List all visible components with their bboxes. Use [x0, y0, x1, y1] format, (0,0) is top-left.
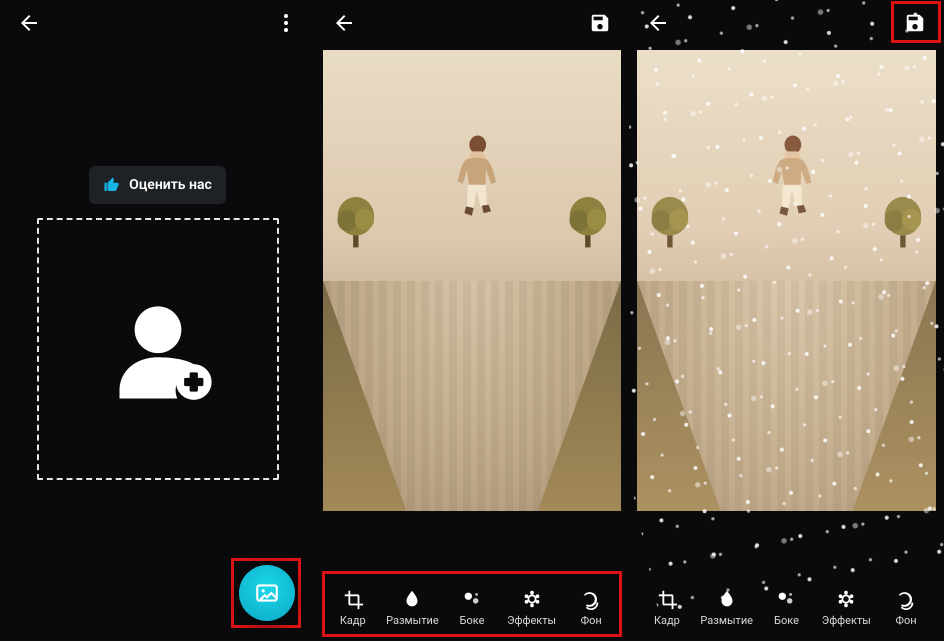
tool-bokeh[interactable]: Боке	[757, 588, 817, 627]
background-icon	[895, 588, 917, 610]
add-person-icon	[103, 294, 213, 404]
photo-tree	[561, 133, 615, 308]
bokeh-icon	[775, 588, 797, 610]
topbar	[629, 0, 944, 46]
tool-label: Размытие	[700, 614, 753, 627]
blur-icon	[401, 588, 423, 610]
tool-label: Боке	[460, 614, 485, 627]
crop-icon	[342, 588, 364, 610]
background-icon	[580, 588, 602, 610]
crop-icon	[656, 588, 678, 610]
photo-warm-overlay	[637, 50, 936, 511]
bokeh-icon	[461, 588, 483, 610]
back-button[interactable]	[329, 8, 359, 38]
tool-label: Эффекты	[822, 614, 871, 627]
tool-bokeh[interactable]: Боке	[442, 588, 502, 627]
tool-crop[interactable]: Кадр	[323, 588, 383, 627]
tool-label: Кадр	[654, 614, 680, 627]
topbar	[0, 0, 315, 46]
tool-crop[interactable]: Кадр	[637, 588, 697, 627]
tool-toolbar: Кадр Размытие Боке Эффекты Фон	[323, 579, 621, 635]
photo-tree	[329, 133, 383, 308]
image-icon	[254, 580, 280, 606]
tool-label: Фон	[896, 614, 917, 627]
back-button[interactable]	[14, 8, 44, 38]
tool-label: Размытие	[386, 614, 439, 627]
thumb-up-icon	[103, 176, 121, 194]
back-button[interactable]	[643, 8, 673, 38]
screen-start: Оценить нас	[0, 0, 315, 641]
rate-us-label: Оценить нас	[129, 177, 212, 193]
image-dropzone[interactable]	[37, 218, 279, 480]
effects-icon	[521, 588, 543, 610]
save-button[interactable]	[585, 8, 615, 38]
tool-blur[interactable]: Размытие	[383, 588, 443, 627]
photo-canvas[interactable]	[637, 50, 936, 511]
highlight-save	[891, 1, 941, 43]
blur-icon	[716, 588, 738, 610]
tool-blur[interactable]: Размытие	[697, 588, 757, 627]
screen-editor: Кадр Размытие Боке Эффекты Фон	[315, 0, 629, 641]
tool-background[interactable]: Фон	[876, 588, 936, 627]
screen-editor-effect: Кадр Размытие Боке Эффекты Фон	[629, 0, 944, 641]
tool-background[interactable]: Фон	[561, 588, 621, 627]
photo-canvas[interactable]	[323, 50, 621, 511]
tool-label: Эффекты	[507, 614, 556, 627]
gallery-fab[interactable]	[239, 565, 295, 621]
photo-subject	[436, 133, 519, 465]
rate-us-button[interactable]: Оценить нас	[89, 166, 226, 204]
tool-label: Фон	[581, 614, 602, 627]
tool-effects[interactable]: Эффекты	[502, 588, 562, 627]
tool-toolbar: Кадр Размытие Боке Эффекты Фон	[637, 579, 936, 635]
effects-icon	[835, 588, 857, 610]
tool-label: Кадр	[340, 614, 366, 627]
tool-effects[interactable]: Эффекты	[816, 588, 876, 627]
topbar	[315, 0, 629, 46]
tool-label: Боке	[774, 614, 799, 627]
more-button[interactable]	[271, 8, 301, 38]
